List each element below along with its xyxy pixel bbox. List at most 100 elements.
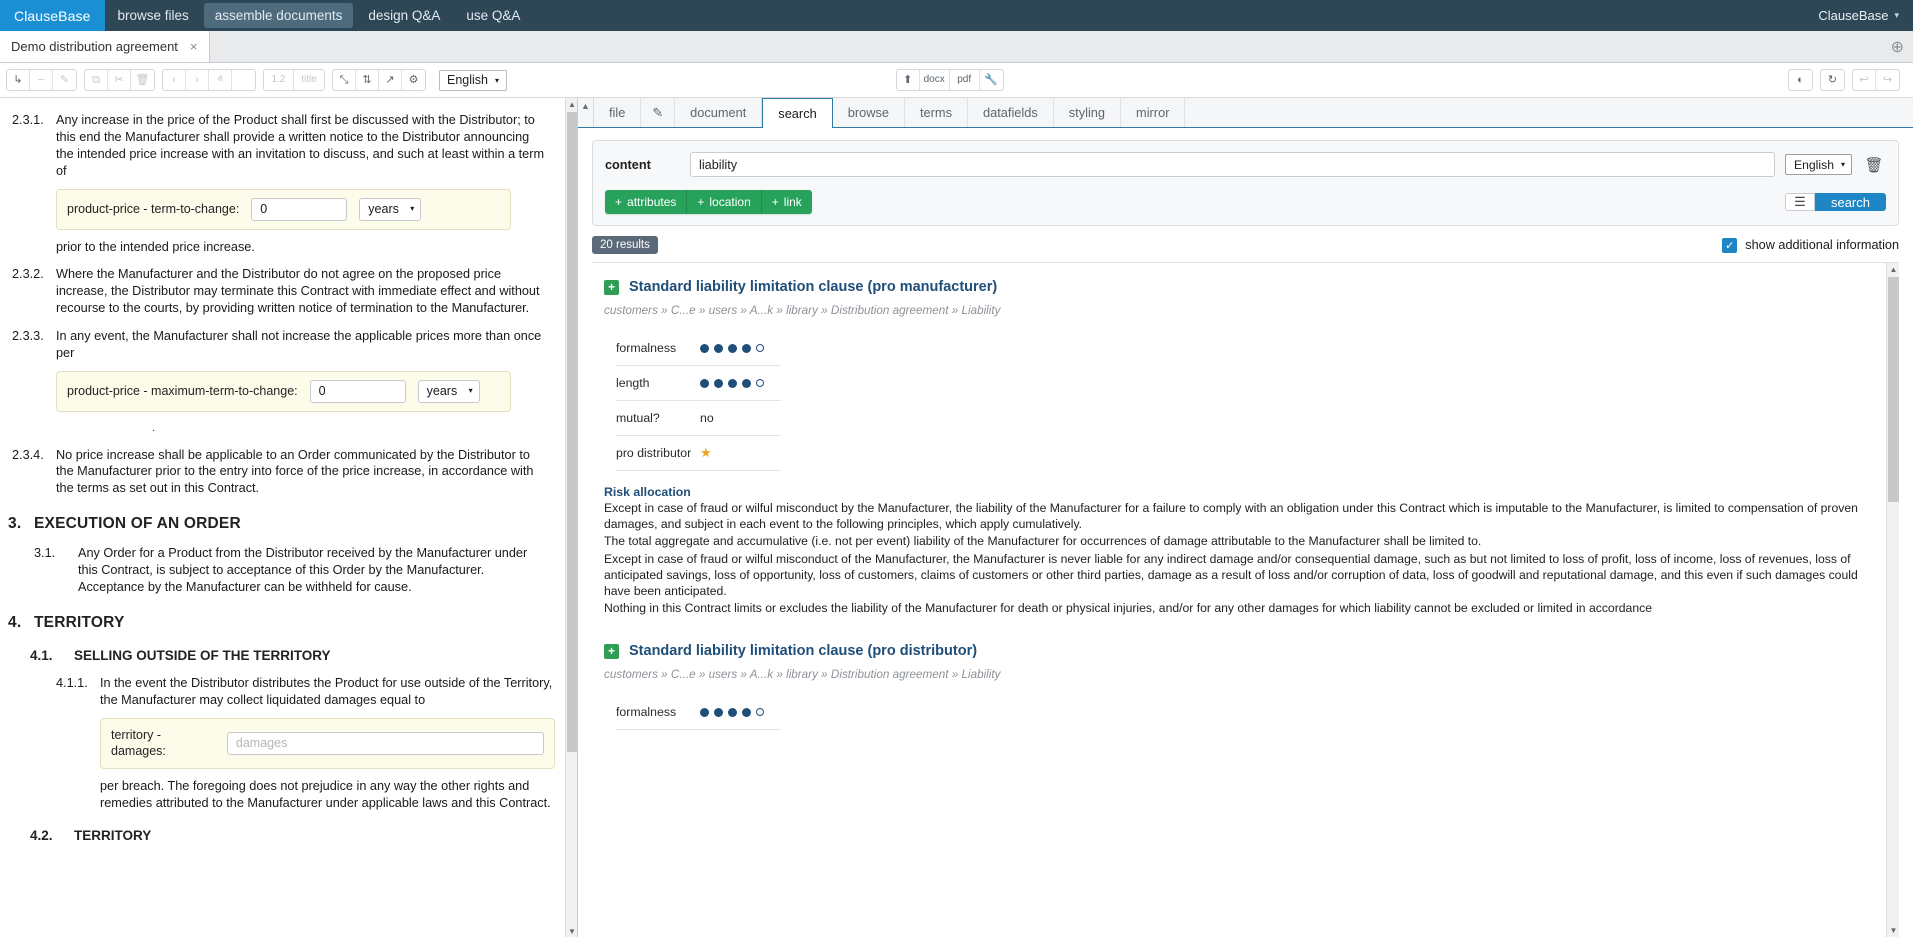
result-title[interactable]: Standard liability limitation clause (pr… bbox=[629, 279, 997, 295]
add-link-button[interactable]: + link bbox=[762, 190, 812, 214]
copy-icon[interactable]: ⧉ bbox=[85, 70, 108, 90]
tab-search[interactable]: search bbox=[762, 98, 832, 128]
nav-item-browse-files[interactable]: browse files bbox=[107, 3, 200, 28]
tab-styling[interactable]: styling bbox=[1054, 98, 1121, 127]
export-pdf-button[interactable]: pdf bbox=[950, 70, 980, 90]
move-right-icon[interactable]: › bbox=[186, 70, 209, 90]
search-content-input[interactable]: liability bbox=[690, 152, 1775, 177]
clause-number: 3.1. bbox=[30, 545, 78, 596]
heading-4-1-selling-outside-of-the-territory[interactable]: 4.1. SELLING OUTSIDE OF THE TERRITORY bbox=[8, 648, 547, 663]
tab-mirror[interactable]: mirror bbox=[1121, 98, 1185, 127]
tab-terms[interactable]: terms bbox=[905, 98, 968, 127]
clause-4-1-1[interactable]: 4.1.1. In the event the Distributor dist… bbox=[8, 675, 547, 812]
tab-browse[interactable]: browse bbox=[833, 98, 905, 127]
numbering-icon[interactable]: 1.2 bbox=[264, 70, 294, 90]
datafield-product-price-maximum-term-to-change[interactable]: product-price - maximum-term-to-change: … bbox=[56, 371, 511, 412]
pencil-icon[interactable]: ✎ bbox=[641, 98, 675, 127]
add-attributes-button[interactable]: + attributes bbox=[605, 190, 687, 214]
insert-clause-icon[interactable]: ↳ bbox=[7, 70, 30, 90]
scroll-up-icon[interactable]: ▲ bbox=[1887, 263, 1899, 276]
delete-search-icon[interactable]: 🗑 bbox=[1862, 156, 1886, 174]
search-form-wrapper: content liability English ▾ 🗑 + attribut… bbox=[578, 128, 1913, 226]
heading-4-territory[interactable]: 4. TERRITORY bbox=[8, 614, 547, 632]
move-up-icon[interactable]: ⱏ bbox=[209, 70, 232, 90]
attribute-name: formalness bbox=[616, 341, 700, 355]
clause-2-3-3[interactable]: 2.3.3. In any event, the Manufacturer sh… bbox=[8, 328, 547, 435]
clause-text-after: per breach. The foregoing does not preju… bbox=[100, 778, 555, 812]
collapse-icon[interactable]: ⤡ bbox=[333, 70, 356, 90]
account-menu[interactable]: ClauseBase ▾ bbox=[1804, 0, 1913, 31]
toolbar-undo-group: ↩ ↪ bbox=[1852, 69, 1900, 91]
document-scrollbar-thumb[interactable] bbox=[567, 112, 577, 752]
refresh-icon[interactable]: ↻ bbox=[1821, 70, 1844, 90]
heading-4-2-territory[interactable]: 4.2. TERRITORY bbox=[8, 828, 547, 843]
datafield-unit-select[interactable]: years ▾ bbox=[418, 380, 480, 403]
tab-datafields[interactable]: datafields bbox=[968, 98, 1054, 127]
datafield-unit-select[interactable]: years ▾ bbox=[359, 198, 421, 221]
add-tab-icon[interactable]: ⊕ bbox=[1882, 31, 1913, 62]
datafield-value-input[interactable]: 0 bbox=[310, 380, 406, 403]
clause-2-3-4[interactable]: 2.3.4. No price increase shall be applic… bbox=[8, 447, 547, 498]
search-language-value: English bbox=[1794, 158, 1834, 172]
nav-item-design-qa[interactable]: design Q&A bbox=[357, 3, 451, 28]
tab-document[interactable]: document bbox=[675, 98, 762, 127]
sort-icon[interactable]: ⇅ bbox=[356, 70, 379, 90]
scroll-down-icon[interactable]: ▼ bbox=[1887, 924, 1899, 937]
remove-clause-icon[interactable]: − bbox=[30, 70, 53, 90]
result-item[interactable]: + Standard liability limitation clause (… bbox=[604, 617, 1873, 730]
result-item[interactable]: + Standard liability limitation clause (… bbox=[604, 263, 1873, 616]
results-scrollbar-thumb[interactable] bbox=[1888, 277, 1899, 502]
add-location-button[interactable]: + location bbox=[687, 190, 761, 214]
close-icon[interactable]: × bbox=[190, 39, 198, 54]
nav-item-assemble-documents[interactable]: assemble documents bbox=[204, 3, 354, 28]
heading-3-execution-of-an-order[interactable]: 3. EXECUTION OF AN ORDER bbox=[8, 515, 547, 533]
clause-2-3-2[interactable]: 2.3.2. Where the Manufacturer and the Di… bbox=[8, 266, 547, 317]
results-scrollbar[interactable]: ▲ ▼ bbox=[1886, 263, 1899, 937]
document-language-select[interactable]: English ▾ bbox=[439, 70, 507, 91]
delete-icon[interactable]: 🗑 bbox=[131, 70, 154, 90]
export-docx-button[interactable]: docx bbox=[920, 70, 950, 90]
contrast-icon[interactable]: ◐ bbox=[1789, 70, 1812, 90]
datafield-territory-damages[interactable]: territory - damages: damages bbox=[100, 718, 555, 769]
gear-icon[interactable]: ⚙ bbox=[402, 70, 425, 90]
attribute-row-length: length bbox=[616, 366, 781, 401]
brand-logo[interactable]: ClauseBase bbox=[0, 0, 105, 31]
scroll-up-icon[interactable]: ▲ bbox=[566, 98, 578, 110]
list-view-icon[interactable]: ☰ bbox=[1785, 193, 1815, 211]
attribute-row-mutual: mutual? no bbox=[616, 401, 781, 436]
checkbox-checked-icon[interactable]: ✓ bbox=[1722, 238, 1737, 253]
result-title[interactable]: Standard liability limitation clause (pr… bbox=[629, 643, 977, 659]
datafield-value-input[interactable]: 0 bbox=[251, 198, 347, 221]
move-down-icon[interactable]: ⱟ bbox=[232, 70, 255, 90]
result-subheading: Risk allocation bbox=[604, 485, 1873, 499]
clause-2-3-1[interactable]: 2.3.1. Any increase in the price of the … bbox=[8, 112, 547, 255]
datafield-product-price-term-to-change[interactable]: product-price - term-to-change: 0 years … bbox=[56, 189, 511, 230]
edit-clause-icon[interactable]: ✎ bbox=[53, 70, 76, 90]
tab-file[interactable]: file bbox=[594, 98, 641, 127]
document-tab-demo-distribution-agreement[interactable]: Demo distribution agreement × bbox=[0, 31, 210, 62]
add-clause-icon[interactable]: + bbox=[604, 280, 619, 295]
search-button[interactable]: search bbox=[1815, 193, 1886, 211]
attribute-name: pro distributor bbox=[616, 446, 700, 460]
cut-icon[interactable]: ✂ bbox=[108, 70, 131, 90]
datafield-damages-input[interactable]: damages bbox=[227, 732, 544, 755]
expand-icon[interactable]: ↗ bbox=[379, 70, 402, 90]
wrench-icon[interactable]: 🔧 bbox=[980, 70, 1003, 90]
nav-item-use-qa[interactable]: use Q&A bbox=[455, 3, 531, 28]
attribute-row-formalness: formalness bbox=[616, 695, 781, 730]
show-additional-information-toggle[interactable]: ✓ show additional information bbox=[1722, 238, 1899, 253]
document-scrollbar[interactable]: ▲ ▼ bbox=[565, 98, 577, 937]
title-icon[interactable]: title bbox=[294, 70, 324, 90]
add-clause-icon[interactable]: + bbox=[604, 644, 619, 659]
clause-3-1[interactable]: 3.1. Any Order for a Product from the Di… bbox=[8, 545, 547, 596]
rating-dot-filled bbox=[714, 344, 723, 353]
scroll-down-icon[interactable]: ▼ bbox=[566, 925, 578, 937]
upload-icon[interactable]: ⬆ bbox=[897, 70, 920, 90]
add-criteria-group: + attributes + location + link bbox=[605, 190, 812, 214]
panel-collapse-icon[interactable]: ▲ bbox=[578, 98, 594, 127]
search-language-select[interactable]: English ▾ bbox=[1785, 154, 1852, 175]
undo-icon[interactable]: ↩ bbox=[1853, 70, 1876, 90]
redo-icon[interactable]: ↪ bbox=[1876, 70, 1899, 90]
move-left-icon[interactable]: ‹ bbox=[163, 70, 186, 90]
rating-dot-filled bbox=[700, 344, 709, 353]
